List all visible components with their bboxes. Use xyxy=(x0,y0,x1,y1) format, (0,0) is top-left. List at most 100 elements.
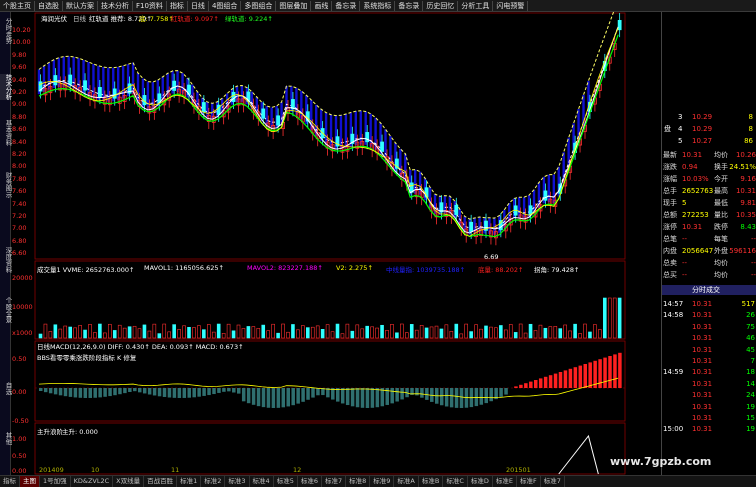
bottom-tab-15[interactable]: 标准A xyxy=(394,476,419,487)
macd-bar xyxy=(459,388,464,408)
volume-bar xyxy=(533,330,538,339)
bottom-tab-12[interactable]: 标准7 xyxy=(322,476,347,487)
volume-bar xyxy=(172,324,176,339)
tick-volume: 46 xyxy=(746,334,755,343)
chart-area[interactable]: 海润光伏 日线 红轨道 推荐: 8.729↑ 底: 7.758↑ 红轨道: 9.09… xyxy=(11,12,661,475)
menu-item-12[interactable]: 系统指标 xyxy=(360,0,396,11)
macd-bar xyxy=(474,388,479,407)
stat-value: 10.31 xyxy=(682,223,703,231)
menu-item-6[interactable]: 日线 xyxy=(188,0,209,11)
bottom-tab-1[interactable]: 主图 xyxy=(20,476,40,487)
macd-bar xyxy=(425,388,429,400)
menu-item-1[interactable]: 自选股 xyxy=(35,0,63,11)
lower-band-line xyxy=(38,26,619,230)
left-tab-6[interactable]: 自选 xyxy=(0,382,12,395)
volume-bar xyxy=(400,323,404,339)
bottom-tab-6[interactable]: 标准1 xyxy=(177,476,202,487)
menu-item-8[interactable]: 多图组合 xyxy=(241,0,277,11)
macd-bar xyxy=(548,375,553,388)
left-tab-1[interactable]: 技术分析 xyxy=(0,74,12,100)
volume-bar xyxy=(464,323,469,339)
menu-item-11[interactable]: 备忘录 xyxy=(332,0,361,11)
bottom-indicator-tabs: 指标 主图 1号加强 KD&ZVL2C X双线量 百战百胜 标准1 标准2 标准3 标准4 标准5 标… xyxy=(0,475,756,487)
bottom-tab-0[interactable]: 指标 xyxy=(0,476,20,487)
macd-bar xyxy=(375,388,380,408)
time-label: 201409 xyxy=(39,466,64,474)
menu-item-10[interactable]: 画线 xyxy=(311,0,333,11)
volume-v2: V2: 2.275↑ xyxy=(336,264,373,272)
macd-bar xyxy=(395,388,399,402)
indicator-label: 红轨道: xyxy=(171,15,195,23)
order-book-volume: 86 xyxy=(744,137,753,145)
menu-item-3[interactable]: 技术分析 xyxy=(98,0,133,11)
volume-bar xyxy=(117,324,122,339)
y-axis-label: 7.60 xyxy=(12,187,27,196)
menu-item-4[interactable]: F10资料 xyxy=(133,0,167,11)
bottom-tab-3[interactable]: KD&ZVL2C xyxy=(71,476,114,487)
volume-bar xyxy=(112,330,117,339)
left-tab-3[interactable]: 财务图示 xyxy=(0,172,12,198)
volume-bar xyxy=(494,327,498,339)
stat-label: 量比 xyxy=(714,211,728,219)
macd-bar xyxy=(103,388,107,397)
menu-item-0[interactable]: 个股主页 xyxy=(0,0,35,11)
bottom-tab-21[interactable]: 标准7 xyxy=(541,476,565,487)
bottom-tab-8[interactable]: 标准3 xyxy=(225,476,250,487)
kline-chart-svg[interactable] xyxy=(11,12,661,475)
y-axis-label: 8.40 xyxy=(12,137,27,146)
menu-item-7[interactable]: 4图组合 xyxy=(209,0,242,11)
menu-item-15[interactable]: 分析工具 xyxy=(458,0,494,11)
bottom-tab-5[interactable]: 百战百胜 xyxy=(144,476,178,487)
macd-bar xyxy=(123,388,127,394)
stat-label: 均价 xyxy=(714,151,728,159)
menu-item-9[interactable]: 图层叠加 xyxy=(276,0,312,11)
bottom-tab-11[interactable]: 标准6 xyxy=(298,476,322,487)
menu-item-2[interactable]: 默认方案 xyxy=(63,0,98,11)
volume-bar xyxy=(404,332,409,339)
bottom-tab-16[interactable]: 标准B xyxy=(419,476,444,487)
stat-value: 10.31 xyxy=(682,151,703,159)
menu-item-13[interactable]: 备忘录 xyxy=(395,0,424,11)
y-axis-label: 9.00 xyxy=(12,100,27,109)
left-tab-4[interactable]: 深度资料 xyxy=(0,247,12,273)
left-tab-2[interactable]: 基本资料 xyxy=(0,120,12,146)
volume-bar xyxy=(291,324,295,339)
stock-name: 海润光伏 xyxy=(41,15,67,23)
stat-label: 最新 xyxy=(663,151,677,159)
menu-item-14[interactable]: 历史回忆 xyxy=(423,0,459,11)
stat-value: 2056647 xyxy=(682,247,714,255)
bottom-tab-19[interactable]: 标准E xyxy=(493,476,517,487)
bottom-tab-18[interactable]: 标准D xyxy=(468,476,493,487)
order-book-label: 盘 xyxy=(664,125,671,133)
volume-bar xyxy=(187,326,191,339)
left-tab-5[interactable]: 个股全景 xyxy=(0,297,12,323)
bottom-tab-14[interactable]: 标准9 xyxy=(370,476,395,487)
volume-bar xyxy=(216,323,221,339)
macd-bar xyxy=(603,357,607,388)
macd-bar xyxy=(212,388,216,395)
bottom-tab-4[interactable]: X双线量 xyxy=(113,476,145,487)
macd-bar xyxy=(563,370,568,388)
macd-bar xyxy=(73,388,78,398)
volume-bar xyxy=(439,328,444,339)
left-tab-7[interactable]: 其他 xyxy=(0,432,12,445)
volume-bar xyxy=(98,323,102,339)
candle-body xyxy=(53,75,58,86)
volume-bar xyxy=(177,329,181,339)
menu-item-16[interactable]: 闪电预警 xyxy=(493,0,529,11)
bottom-tab-17[interactable]: 标准C xyxy=(443,476,468,487)
bottom-tab-13[interactable]: 标准8 xyxy=(346,476,371,487)
left-tab-0[interactable]: 分时走势 xyxy=(0,18,12,44)
bottom-tab-10[interactable]: 标准5 xyxy=(274,476,298,487)
volume-bar xyxy=(360,328,365,339)
bottom-tab-7[interactable]: 标准2 xyxy=(201,476,226,487)
bottom-tab-9[interactable]: 标准4 xyxy=(250,476,274,487)
macd-bar xyxy=(138,388,142,393)
volume-bar xyxy=(612,297,617,339)
macd-bar xyxy=(439,388,444,406)
macd-bar xyxy=(58,388,63,396)
bottom-tab-20[interactable]: 标准F xyxy=(517,476,541,487)
bottom-tab-2[interactable]: 1号加强 xyxy=(40,476,71,487)
menu-item-5[interactable]: 指标 xyxy=(167,0,188,11)
macd-bar xyxy=(88,388,92,398)
